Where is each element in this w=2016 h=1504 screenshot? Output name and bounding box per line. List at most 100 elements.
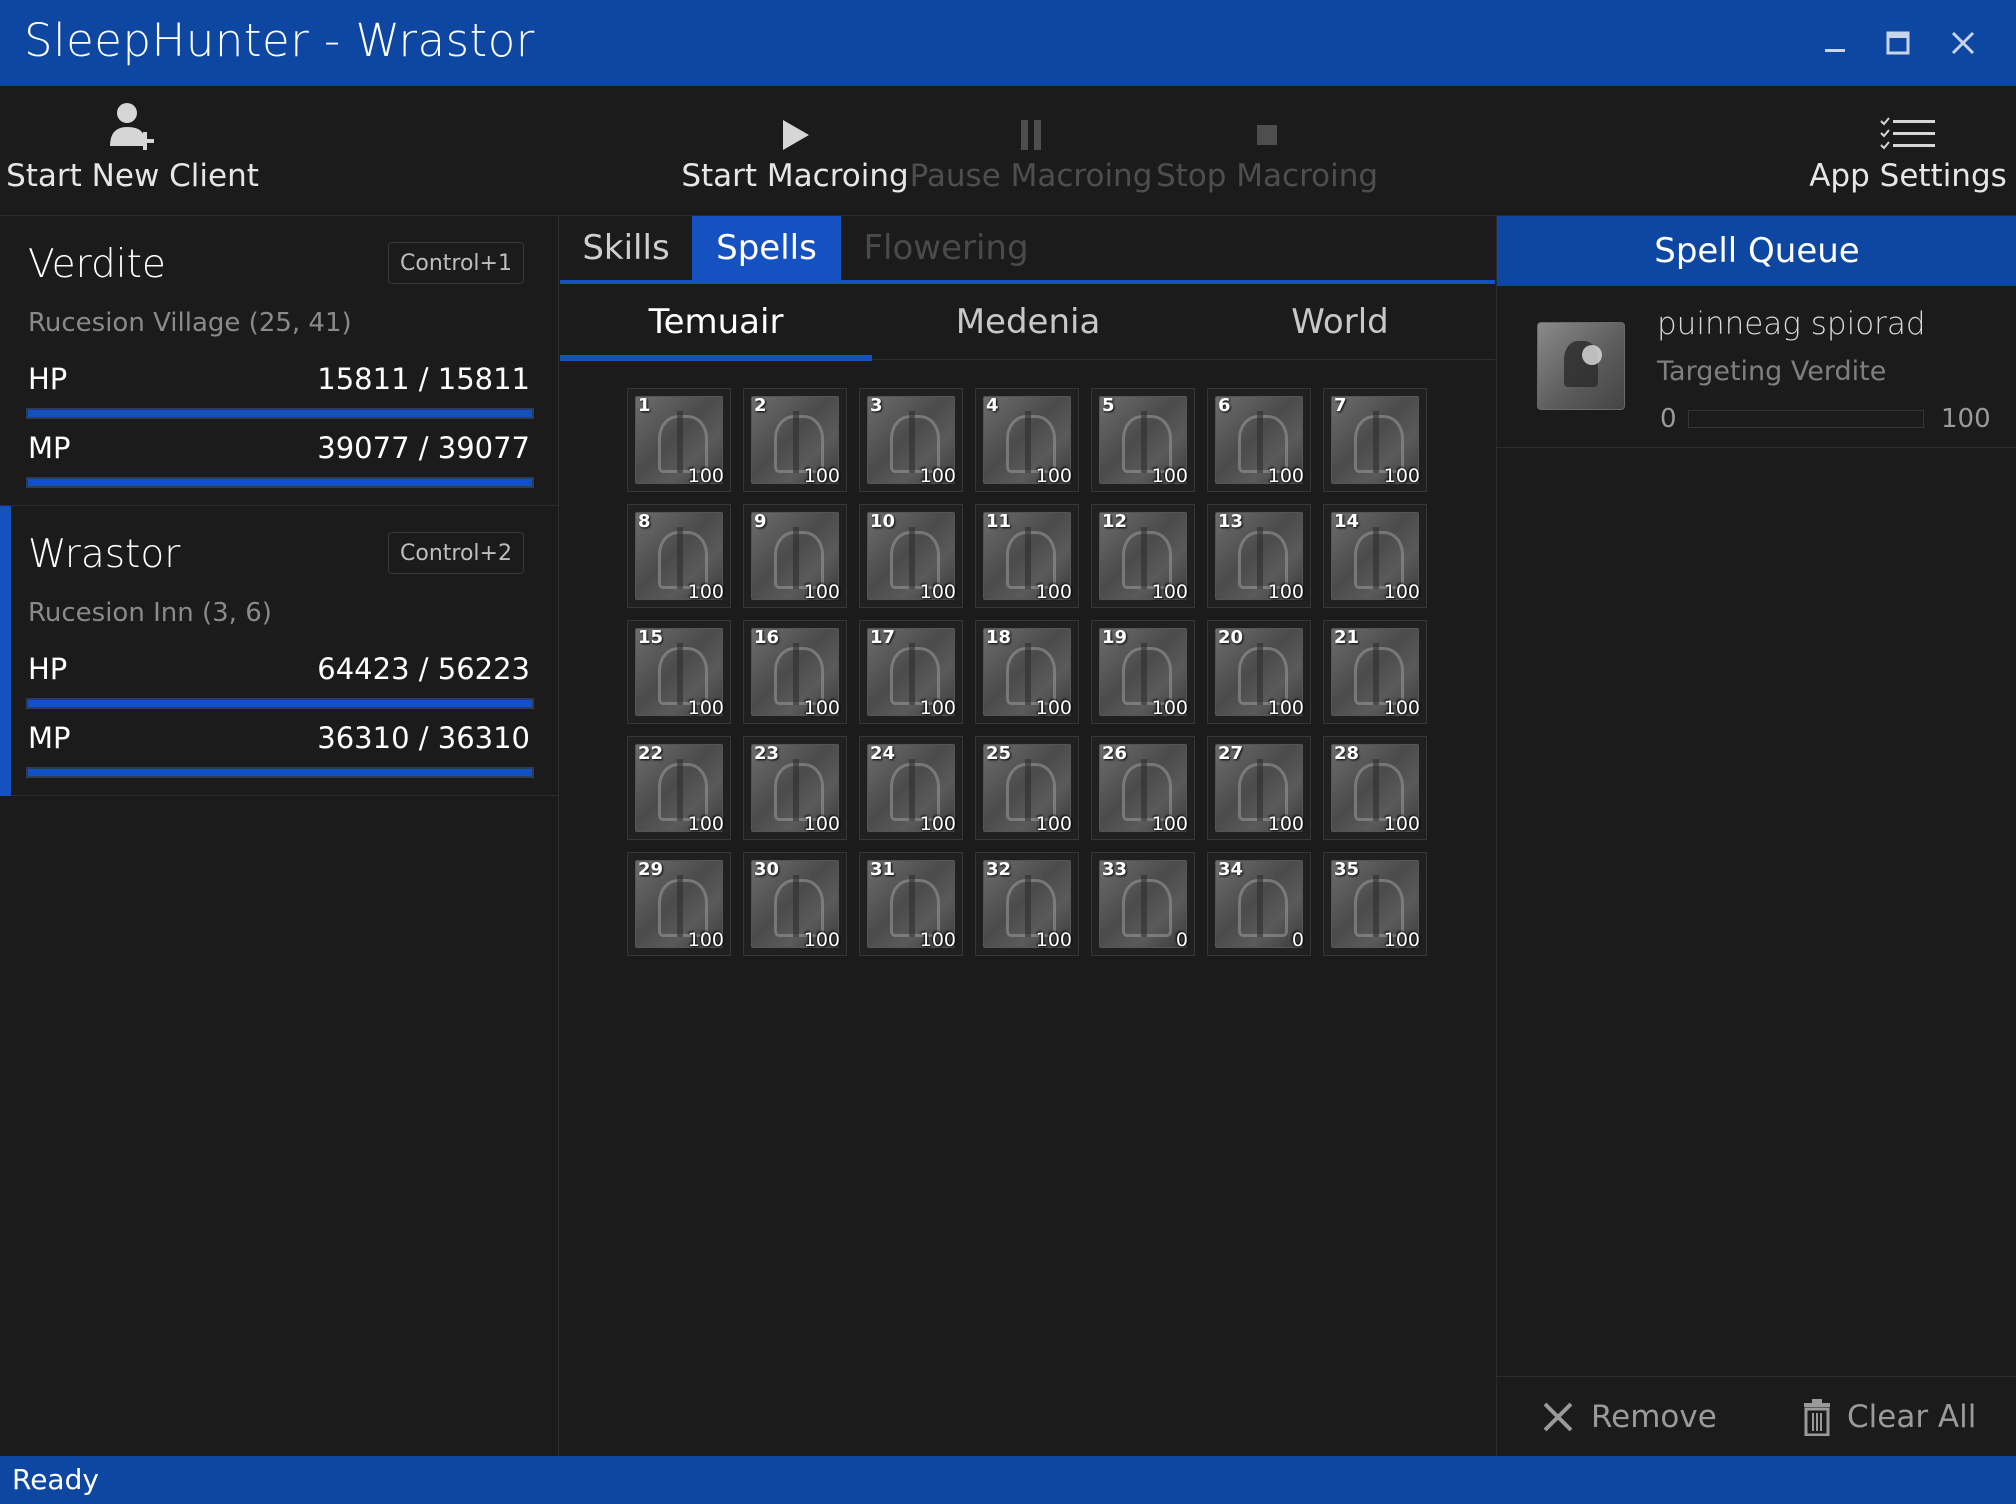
close-icon	[1951, 31, 1975, 55]
hp-bar-fill	[28, 410, 532, 417]
spell-slot[interactable]: 7 100	[1323, 388, 1427, 492]
spell-level: 100	[1383, 465, 1420, 487]
stop-macroing-label: Stop Macroing	[1155, 158, 1379, 194]
spell-slot[interactable]: 22 100	[627, 736, 731, 840]
spell-slot[interactable]: 4 100	[975, 388, 1079, 492]
spell-slot-number: 1	[638, 395, 651, 416]
spell-slot[interactable]: 16 100	[743, 620, 847, 724]
stop-icon	[1257, 125, 1277, 145]
spell-slot-number: 3	[870, 395, 883, 416]
spell-slot-number: 12	[1102, 511, 1128, 532]
spell-slot[interactable]: 35 100	[1323, 852, 1427, 956]
spell-queue-header: Spell Queue	[1497, 216, 2016, 286]
spell-slot-number: 30	[754, 859, 780, 880]
spell-slot[interactable]: 26 100	[1091, 736, 1195, 840]
spell-level: 100	[803, 813, 840, 835]
spell-level: 100	[1035, 813, 1072, 835]
start-new-client-button[interactable]: Start New Client	[6, 86, 259, 216]
close-button[interactable]	[1938, 20, 1988, 66]
spell-slot[interactable]: 23 100	[743, 736, 847, 840]
spell-slot[interactable]: 34 0	[1207, 852, 1311, 956]
spell-slot-number: 29	[638, 859, 664, 880]
clear-all-button[interactable]: Clear All	[1803, 1377, 1976, 1457]
queue-progress-max: 100	[1941, 404, 1991, 434]
spell-slot[interactable]: 27 100	[1207, 736, 1311, 840]
maximize-button[interactable]	[1873, 20, 1923, 66]
spell-slot[interactable]: 1 100	[627, 388, 731, 492]
trash-icon	[1804, 1399, 1830, 1436]
spell-slot[interactable]: 11 100	[975, 504, 1079, 608]
spell-slot[interactable]: 15 100	[627, 620, 731, 724]
play-icon	[783, 120, 809, 150]
spell-slot[interactable]: 28 100	[1323, 736, 1427, 840]
maximize-icon	[1886, 31, 1910, 55]
spell-slot-number: 17	[870, 627, 896, 648]
pause-macroing-button[interactable]: Pause Macroing	[910, 86, 1152, 216]
stop-macroing-button[interactable]: Stop Macroing	[1156, 86, 1378, 216]
spell-level: 100	[803, 465, 840, 487]
spell-slot[interactable]: 24 100	[859, 736, 963, 840]
remove-button[interactable]: Remove	[1541, 1377, 1717, 1457]
spell-slot[interactable]: 3 100	[859, 388, 963, 492]
client-hotkey-button[interactable]: Control+1	[388, 242, 524, 284]
tab-spells[interactable]: Spells	[692, 216, 841, 280]
spell-slot[interactable]: 30 100	[743, 852, 847, 956]
spell-slot[interactable]: 12 100	[1091, 504, 1195, 608]
spell-level: 100	[1383, 929, 1420, 951]
tab-flowering[interactable]: Flowering	[841, 216, 1051, 280]
tab-medenia[interactable]: Medenia	[872, 284, 1184, 360]
client-hotkey-button[interactable]: Control+2	[388, 532, 524, 574]
app-settings-label: App Settings	[1809, 158, 2007, 194]
queue-item[interactable]: puinneag spiorad Targeting Verdite 0 100	[1497, 286, 2016, 448]
start-macroing-button[interactable]: Start Macroing	[681, 86, 909, 216]
spell-slot[interactable]: 25 100	[975, 736, 1079, 840]
hp-bar-fill	[28, 700, 532, 707]
spell-level: 100	[1383, 581, 1420, 603]
spell-slot-number: 33	[1102, 859, 1128, 880]
mp-bar-fill	[28, 479, 532, 486]
spell-slot-number: 20	[1218, 627, 1244, 648]
toolbar: Start New Client Start Macroing Pause Ma…	[0, 86, 2016, 216]
client-card-wrastor[interactable]: Wrastor Control+2 Rucesion Inn (3, 6) HP…	[0, 506, 558, 796]
spell-level: 100	[919, 813, 956, 835]
status-bar: Ready	[0, 1456, 2016, 1504]
spell-slot[interactable]: 33 0	[1091, 852, 1195, 956]
spell-slot-number: 13	[1218, 511, 1244, 532]
tab-skills[interactable]: Skills	[560, 216, 692, 280]
spell-slot[interactable]: 8 100	[627, 504, 731, 608]
app-settings-button[interactable]: App Settings	[1809, 86, 2007, 216]
spell-slot[interactable]: 6 100	[1207, 388, 1311, 492]
queue-footer: Remove Clear All	[1497, 1376, 2016, 1456]
spell-slot[interactable]: 2 100	[743, 388, 847, 492]
spell-grid: 1 100 2 100 3 100 4 100 5 100 6 100 7 100 8 100 9 100 10 10…	[627, 388, 1447, 956]
spell-region-tabs: Temuair Medenia World	[560, 284, 1496, 361]
hp-label: HP	[28, 362, 68, 396]
pause-macroing-label: Pause Macroing	[909, 158, 1153, 194]
spell-slot-number: 28	[1334, 743, 1360, 764]
spell-level: 100	[1035, 465, 1072, 487]
spell-slot[interactable]: 19 100	[1091, 620, 1195, 724]
mp-bar	[26, 767, 534, 778]
client-location: Rucesion Village (25, 41)	[28, 308, 352, 338]
spell-slot[interactable]: 20 100	[1207, 620, 1311, 724]
spell-slot[interactable]: 10 100	[859, 504, 963, 608]
spell-slot-number: 2	[754, 395, 767, 416]
minimize-button[interactable]	[1810, 20, 1860, 66]
client-card-verdite[interactable]: Verdite Control+1 Rucesion Village (25, …	[0, 216, 558, 506]
spell-level: 100	[1267, 813, 1304, 835]
spell-slot[interactable]: 14 100	[1323, 504, 1427, 608]
spell-slot[interactable]: 21 100	[1323, 620, 1427, 724]
spell-slot[interactable]: 31 100	[859, 852, 963, 956]
start-macroing-label: Start Macroing	[681, 158, 909, 194]
spell-queue-panel: Spell Queue puinneag spiorad Targeting V…	[1496, 216, 2016, 1456]
spell-slot[interactable]: 18 100	[975, 620, 1079, 724]
spell-slot[interactable]: 5 100	[1091, 388, 1195, 492]
spell-slot[interactable]: 29 100	[627, 852, 731, 956]
spell-slot[interactable]: 13 100	[1207, 504, 1311, 608]
spell-slot[interactable]: 9 100	[743, 504, 847, 608]
spell-slot[interactable]: 32 100	[975, 852, 1079, 956]
spell-slot[interactable]: 17 100	[859, 620, 963, 724]
tab-temuair[interactable]: Temuair	[560, 284, 872, 361]
spell-slot-number: 5	[1102, 395, 1115, 416]
tab-world[interactable]: World	[1184, 284, 1496, 360]
